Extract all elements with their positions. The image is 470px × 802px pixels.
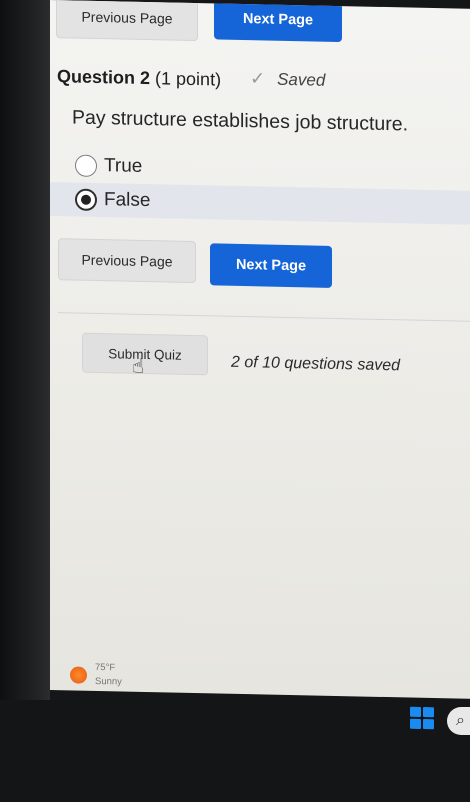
windows-logo-tile [410, 718, 421, 729]
question-number: Question 2 [57, 66, 151, 89]
questions-saved-status: 2 of 10 questions saved [231, 353, 401, 375]
saved-status: ✓ Saved [250, 68, 325, 91]
section-divider [58, 312, 470, 323]
windows-start-icon[interactable] [410, 706, 434, 730]
screen-bezel [0, 0, 50, 802]
next-page-label: Next Page [235, 256, 307, 275]
monitor-bezel-bottom [0, 700, 470, 802]
weather-text: 75°F Sunny [95, 661, 122, 690]
next-page-label: Next Page [242, 11, 314, 29]
taskbar-search-icon[interactable]: ⌕ [447, 707, 470, 735]
next-page-button-bottom[interactable]: Next Page [210, 243, 332, 288]
previous-page-label: Previous Page [81, 251, 173, 270]
hand-cursor-icon: ☝ [132, 355, 145, 378]
radio-false[interactable] [75, 188, 97, 211]
saved-label: Saved [277, 69, 326, 90]
previous-page-label: Previous Page [81, 8, 173, 27]
windows-logo-tile [410, 706, 421, 717]
weather-temp: 75°F [95, 661, 116, 674]
previous-page-button-bottom[interactable]: Previous Page [58, 238, 196, 284]
answer-label-false: False [104, 189, 151, 212]
question-heading: Question 2 (1 point) [57, 66, 221, 90]
submit-quiz-label: Submit Quiz [108, 345, 182, 363]
check-icon: ✓ [250, 68, 266, 89]
sun-icon [70, 665, 87, 684]
previous-page-button-top[interactable]: Previous Page [56, 0, 198, 42]
radio-selected-dot [81, 194, 91, 205]
browser-viewport: Previous Page Next Page Question 2 (1 po… [50, 0, 470, 700]
question-text: Pay structure establishes job structure. [72, 106, 408, 136]
radio-true[interactable] [75, 154, 97, 177]
windows-logo-tile [423, 719, 434, 730]
windows-logo-tile [423, 707, 434, 718]
next-page-button-top[interactable]: Next Page [214, 0, 342, 43]
answer-label-true: True [104, 155, 143, 177]
weather-widget[interactable]: 75°F Sunny [70, 660, 122, 689]
question-points: (1 point) [155, 68, 222, 90]
weather-condition: Sunny [95, 675, 122, 688]
submit-quiz-button[interactable]: Submit Quiz [82, 332, 208, 376]
